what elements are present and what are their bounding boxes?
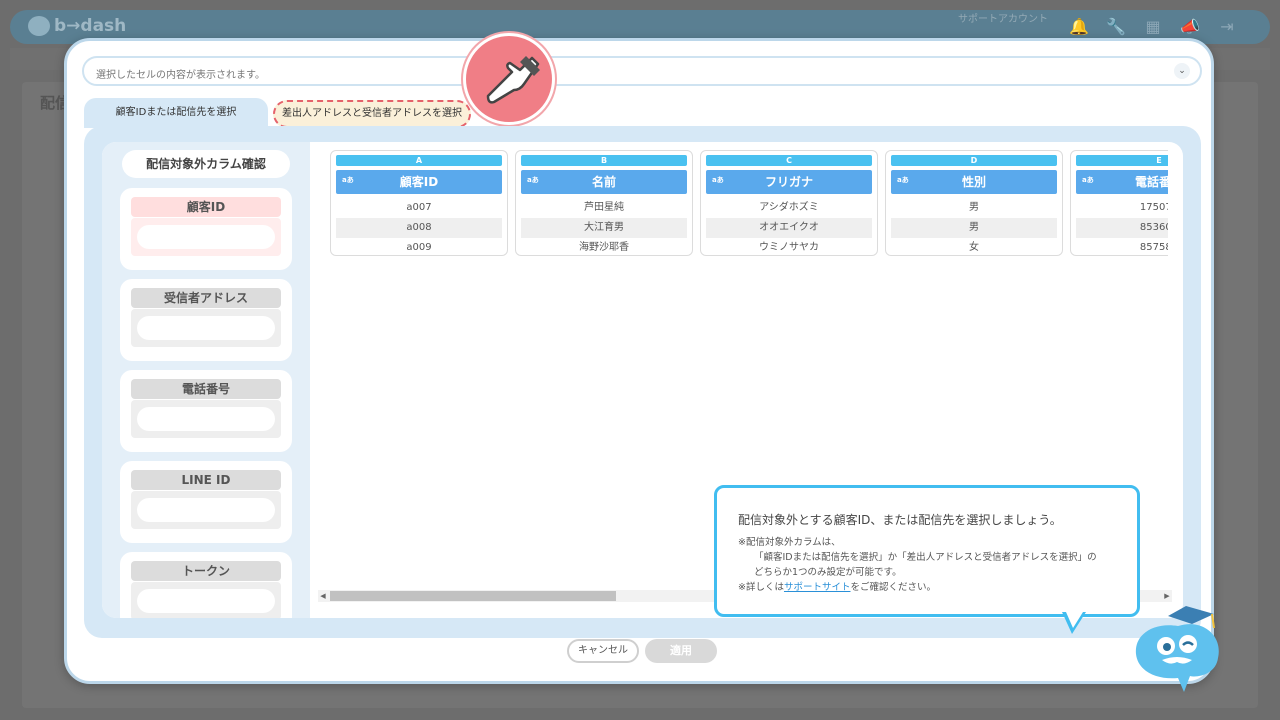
field-card-phone[interactable]: 電話番号	[120, 370, 292, 452]
field-drop-zone[interactable]	[137, 498, 275, 522]
table-cell[interactable]: 853605	[1076, 218, 1168, 238]
column-letter: E	[1076, 155, 1168, 166]
tooltip-tail-inner	[1066, 612, 1083, 628]
excluded-columns-panel: 配信対象外カラム確認 顧客ID 受信者アドレス 電話番号 LINE ID トーク…	[102, 142, 310, 618]
table-cell[interactable]: 海野沙耶香	[521, 238, 687, 258]
field-drop-area	[131, 582, 281, 618]
table-cell[interactable]: 女	[891, 238, 1057, 258]
data-column-e[interactable]: E aあ電話番号 175078 853605 857588	[1070, 150, 1168, 256]
column-header[interactable]: aあ フリガナ	[706, 170, 872, 194]
table-cell[interactable]: a009	[336, 238, 502, 258]
field-label: 受信者アドレス	[131, 288, 281, 308]
column-header[interactable]: aあ 顧客ID	[336, 170, 502, 194]
field-label: 電話番号	[131, 379, 281, 399]
type-tag: aあ	[897, 176, 909, 184]
table-cell[interactable]: 大江育男	[521, 218, 687, 238]
type-tag: aあ	[712, 176, 724, 184]
table-cell[interactable]: 男	[891, 198, 1057, 218]
column-letter: A	[336, 155, 502, 166]
field-drop-area	[131, 309, 281, 347]
cell-content-display[interactable]: 選択したセルの内容が表示されます。 ⌄	[82, 56, 1202, 86]
field-label: 顧客ID	[131, 197, 281, 217]
field-drop-zone[interactable]	[137, 407, 275, 431]
cancel-button[interactable]: キャンセル	[567, 639, 639, 663]
data-columns: A aあ 顧客ID a007 a008 a009 B aあ 名前 芦田星純 大江育男…	[330, 150, 1168, 260]
field-drop-area	[131, 400, 281, 438]
table-cell[interactable]: 175078	[1076, 198, 1168, 218]
bell-icon[interactable]: 🔔	[1068, 16, 1090, 38]
tooltip-title: 配信対象外とする顧客ID、または配信先を選択しましょう。	[738, 513, 1062, 527]
chevron-down-icon[interactable]: ⌄	[1174, 63, 1190, 79]
logout-icon[interactable]: ⇥	[1216, 16, 1238, 38]
tab-customer-id[interactable]: 顧客IDまたは配信先を選択	[84, 98, 268, 128]
table-cell[interactable]: アシダホズミ	[706, 198, 872, 218]
header-icons: 🔔 🔧 ▦ 📣 ⇥	[1068, 16, 1238, 38]
type-tag: aあ	[1082, 176, 1094, 184]
table-cell[interactable]: ウミノサヤカ	[706, 238, 872, 258]
table-cell[interactable]: 857588	[1076, 238, 1168, 258]
table-cell[interactable]: a007	[336, 198, 502, 218]
mascot-icon	[1128, 596, 1228, 696]
table-cell[interactable]: 芦田星純	[521, 198, 687, 218]
panel-title: 配信対象外カラム確認	[122, 150, 290, 178]
table-cell[interactable]: 男	[891, 218, 1057, 238]
column-header[interactable]: aあ 性別	[891, 170, 1057, 194]
field-drop-zone[interactable]	[137, 316, 275, 340]
data-column-d[interactable]: D aあ 性別 男 男 女	[885, 150, 1063, 256]
account-name: サポートアカウント	[958, 14, 1048, 25]
tooltip-note: ※配信対象外カラムは、 「顧客IDまたは配信先を選択」か「差出人アドレスと受信者…	[738, 537, 1097, 593]
pointing-hand-icon	[463, 33, 555, 125]
column-letter: C	[706, 155, 872, 166]
field-drop-area	[131, 491, 281, 529]
column-letter: D	[891, 155, 1057, 166]
megaphone-icon[interactable]: 📣	[1179, 16, 1201, 38]
field-drop-area	[131, 218, 281, 256]
support-site-link[interactable]: サポートサイト	[784, 582, 851, 593]
guide-tooltip: 配信対象外とする顧客ID、または配信先を選択しましょう。 ※配信対象外カラムは、…	[714, 485, 1140, 617]
table-cell[interactable]: オオエイクオ	[706, 218, 872, 238]
type-tag: aあ	[527, 176, 539, 184]
table-cell[interactable]: a008	[336, 218, 502, 238]
column-header[interactable]: aあ 名前	[521, 170, 687, 194]
field-drop-zone[interactable]	[137, 589, 275, 613]
tab-sender-recipient[interactable]: 差出人アドレスと受信者アドレスを選択	[273, 100, 471, 128]
apply-button[interactable]: 適用	[645, 639, 717, 663]
field-card-recipient-address[interactable]: 受信者アドレス	[120, 279, 292, 361]
app-logo: b→dash	[28, 16, 126, 36]
logo-icon	[28, 16, 50, 36]
field-card-line-id[interactable]: LINE ID	[120, 461, 292, 543]
field-label: LINE ID	[131, 470, 281, 490]
field-drop-zone[interactable]	[137, 225, 275, 249]
data-column-b[interactable]: B aあ 名前 芦田星純 大江育男 海野沙耶香	[515, 150, 693, 256]
field-card-token[interactable]: トークン	[120, 552, 292, 618]
data-column-a[interactable]: A aあ 顧客ID a007 a008 a009	[330, 150, 508, 256]
wrench-icon[interactable]: 🔧	[1105, 16, 1127, 38]
column-header[interactable]: aあ電話番号	[1076, 170, 1168, 194]
field-card-customer-id[interactable]: 顧客ID	[120, 188, 292, 270]
scroll-left-icon[interactable]: ◀	[318, 590, 328, 602]
grid-icon[interactable]: ▦	[1142, 16, 1164, 38]
column-letter: B	[521, 155, 687, 166]
type-tag: aあ	[342, 176, 354, 184]
data-column-c[interactable]: C aあ フリガナ アシダホズミ オオエイクオ ウミノサヤカ	[700, 150, 878, 256]
scrollbar-thumb[interactable]	[330, 591, 616, 601]
field-label: トークン	[131, 561, 281, 581]
